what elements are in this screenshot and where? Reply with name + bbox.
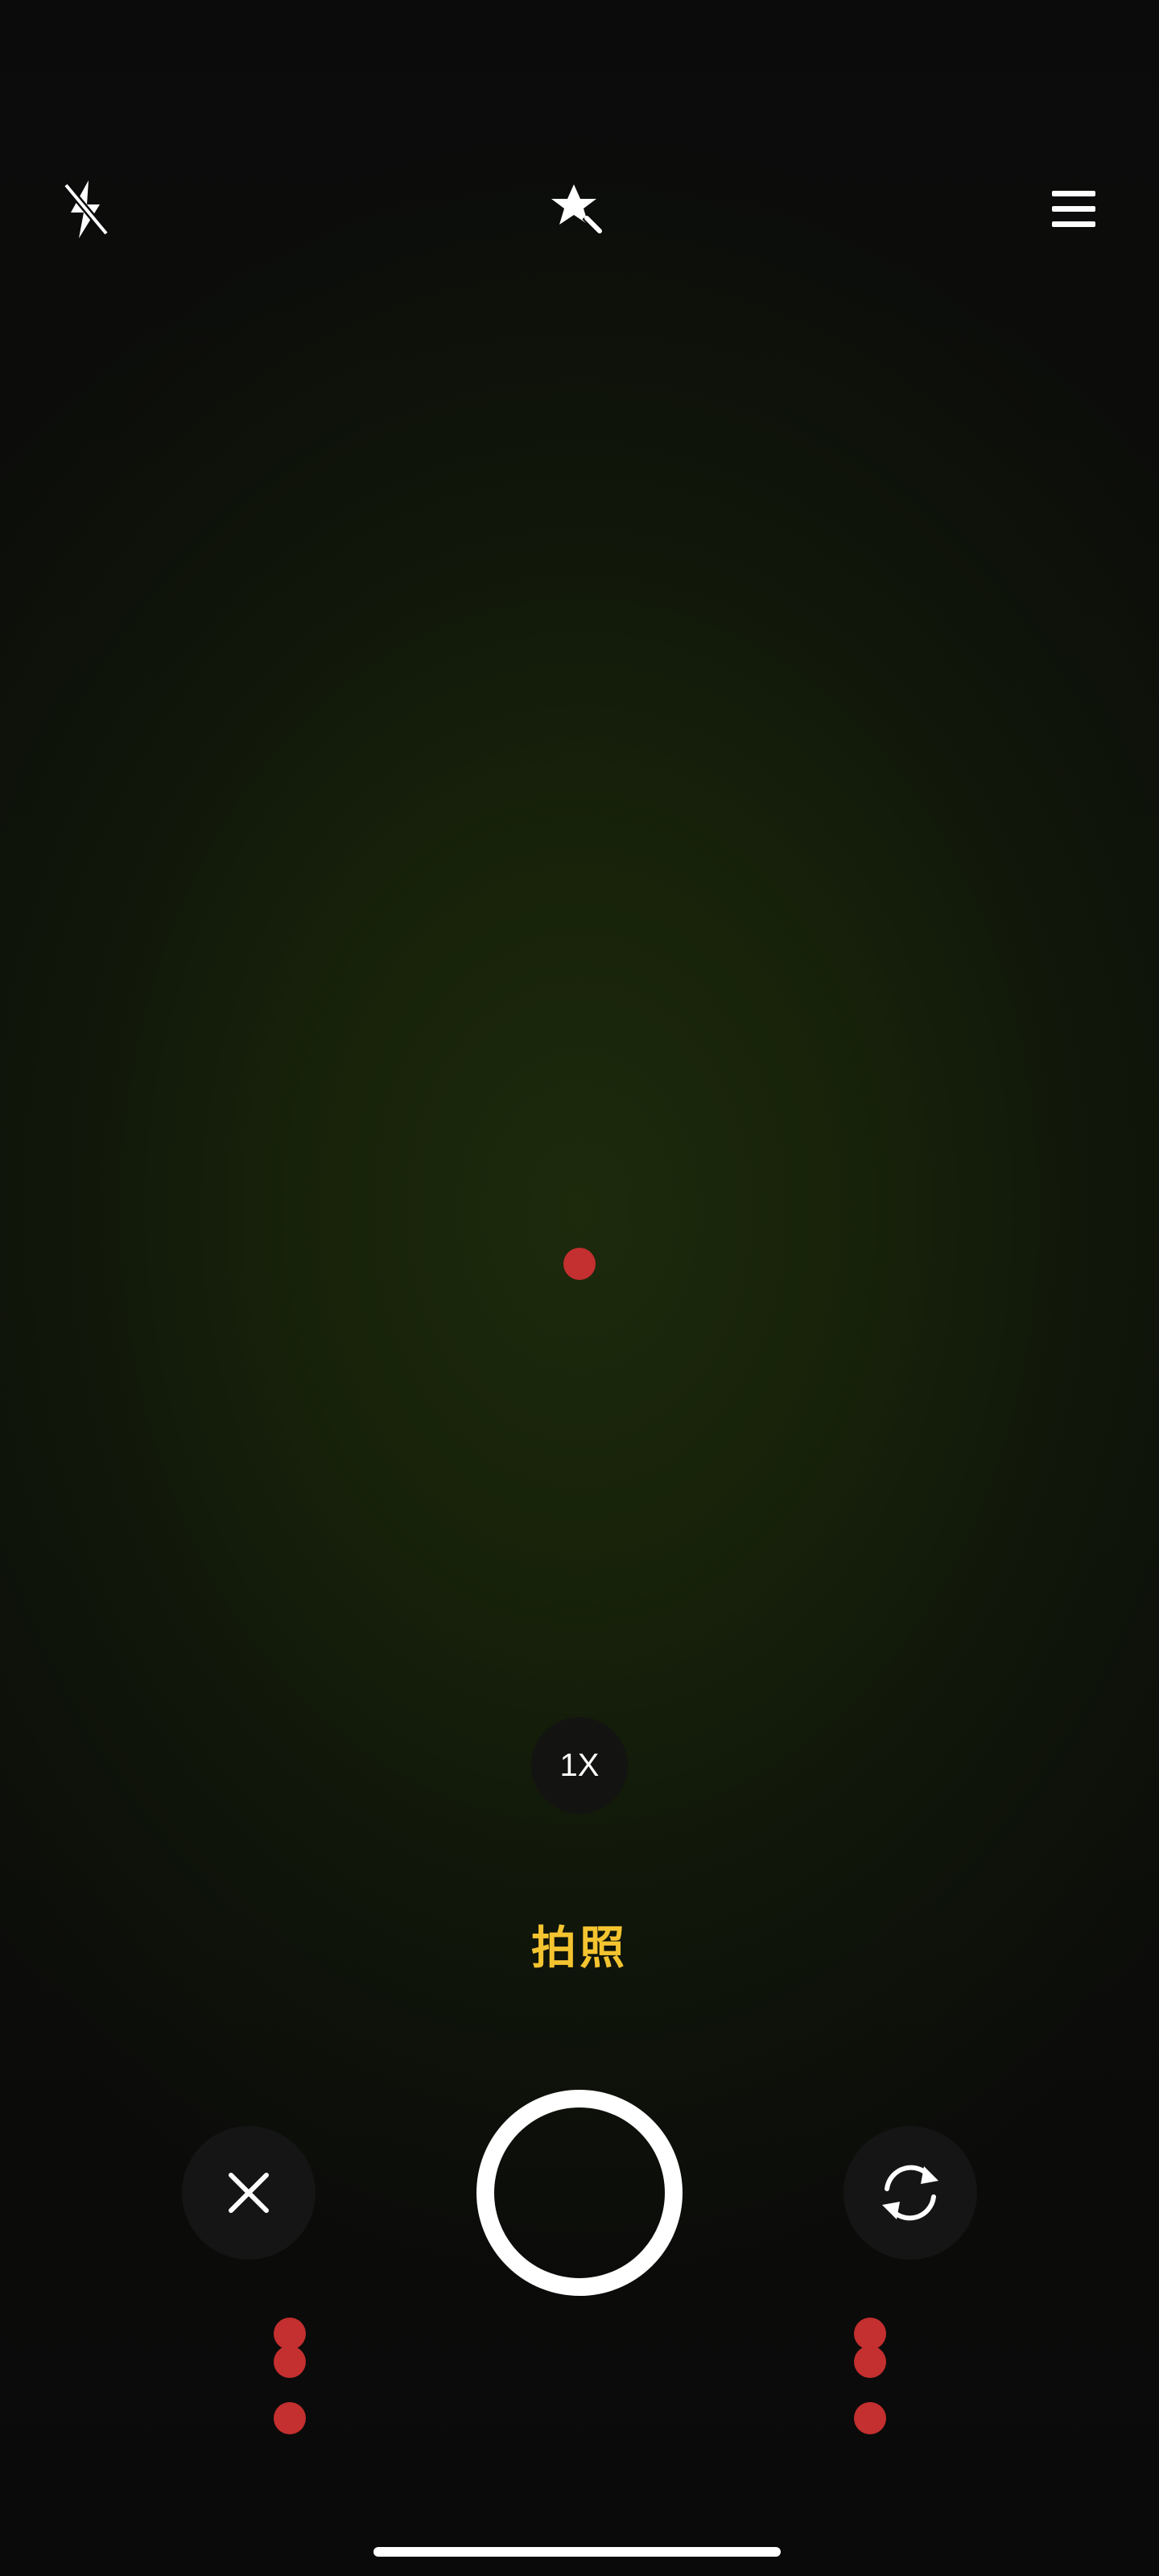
- magic-wand-icon[interactable]: [530, 161, 626, 258]
- zoom-label: 1X: [559, 1747, 600, 1783]
- mode-label-photo[interactable]: 拍照: [0, 1912, 1159, 1977]
- marker-dot: [854, 2402, 886, 2434]
- zoom-button[interactable]: 1X: [531, 1717, 628, 1814]
- home-indicator[interactable]: [373, 2547, 781, 2557]
- switch-camera-button[interactable]: [843, 2126, 977, 2260]
- camera-screen: 1X 拍照: [0, 0, 1159, 2576]
- marker-dot: [274, 2402, 306, 2434]
- flash-off-glyph: [63, 180, 109, 238]
- focus-point-marker: [563, 1248, 596, 1280]
- marker-dot: [274, 2346, 306, 2378]
- magic-wand-glyph: [551, 184, 604, 236]
- switch-camera-icon: [882, 2165, 938, 2221]
- flash-off-icon[interactable]: [37, 161, 134, 258]
- menu-icon[interactable]: [1025, 161, 1122, 258]
- marker-dot: [274, 2318, 306, 2350]
- marker-dot: [854, 2346, 886, 2378]
- marker-dot: [854, 2318, 886, 2350]
- close-button[interactable]: [182, 2126, 316, 2260]
- shutter-button[interactable]: [476, 2090, 683, 2296]
- close-icon: [229, 2173, 269, 2213]
- menu-glyph: [1052, 191, 1095, 227]
